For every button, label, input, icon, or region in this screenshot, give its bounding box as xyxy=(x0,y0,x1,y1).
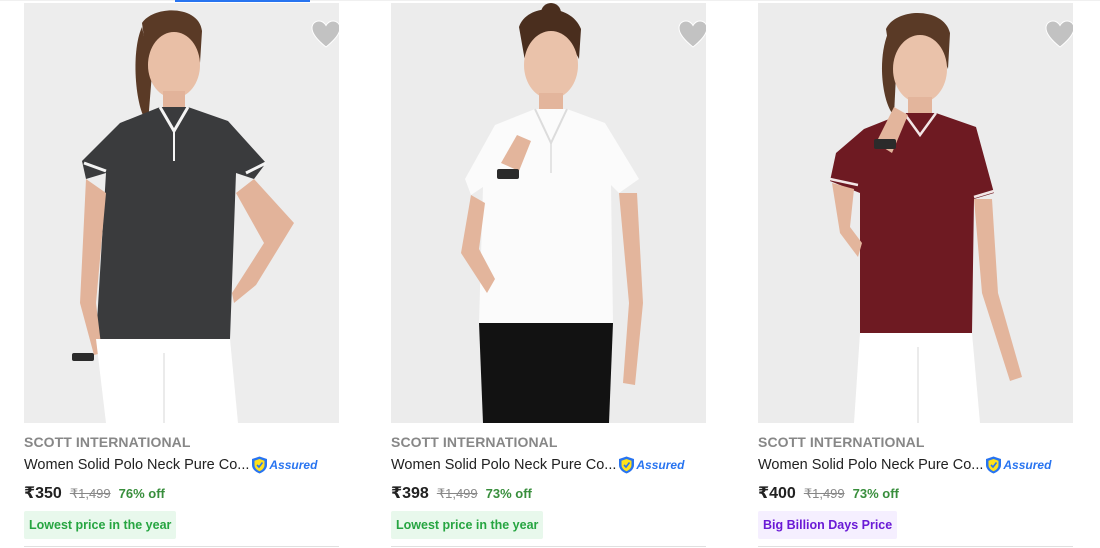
product-card[interactable]: SCOTT INTERNATIONAL Women Solid Polo Nec… xyxy=(758,0,1088,548)
product-title[interactable]: Women Solid Polo Neck Pure Co... xyxy=(758,457,983,473)
offer-badge: Lowest price in the year xyxy=(24,511,177,539)
discount-percent: 76% off xyxy=(118,486,165,501)
assured-label: Assured xyxy=(636,458,685,472)
original-price: ₹1,499 xyxy=(803,486,845,501)
card-divider xyxy=(758,546,1073,547)
wishlist-heart-icon[interactable] xyxy=(677,19,706,51)
assured-badge: Assured xyxy=(251,456,317,474)
selling-price: ₹350 xyxy=(24,485,62,502)
assured-shield-icon xyxy=(252,456,268,474)
original-price: ₹1,499 xyxy=(69,486,111,501)
title-row: Women Solid Polo Neck Pure Co... Assured xyxy=(391,455,684,475)
assured-shield-icon xyxy=(619,456,635,474)
title-row: Women Solid Polo Neck Pure Co... Assured xyxy=(758,455,1051,475)
price-row: ₹400 ₹1,499 73% off xyxy=(758,483,899,503)
product-card[interactable]: SCOTT INTERNATIONAL Women Solid Polo Nec… xyxy=(24,0,354,548)
product-image[interactable] xyxy=(758,3,1073,423)
discount-percent: 73% off xyxy=(485,486,532,501)
price-row: ₹398 ₹1,499 73% off xyxy=(391,483,532,503)
selling-price: ₹400 xyxy=(758,485,796,502)
card-divider xyxy=(24,546,339,547)
discount-percent: 73% off xyxy=(852,486,899,501)
product-image[interactable] xyxy=(24,3,339,423)
product-image[interactable] xyxy=(391,3,706,423)
wishlist-heart-icon[interactable] xyxy=(1044,19,1073,51)
brand-name: SCOTT INTERNATIONAL xyxy=(758,434,925,450)
assured-label: Assured xyxy=(269,458,318,472)
offer-badge: Lowest price in the year xyxy=(391,511,544,539)
offer-badge: Big Billion Days Price xyxy=(758,511,898,539)
card-divider xyxy=(391,546,706,547)
brand-name: SCOTT INTERNATIONAL xyxy=(391,434,558,450)
price-row: ₹350 ₹1,499 76% off xyxy=(24,483,165,503)
product-title[interactable]: Women Solid Polo Neck Pure Co... xyxy=(24,457,249,473)
brand-name: SCOTT INTERNATIONAL xyxy=(24,434,191,450)
title-row: Women Solid Polo Neck Pure Co... Assured xyxy=(24,455,317,475)
original-price: ₹1,499 xyxy=(436,486,478,501)
assured-badge: Assured xyxy=(618,456,684,474)
product-card[interactable]: SCOTT INTERNATIONAL Women Solid Polo Nec… xyxy=(391,0,721,548)
wishlist-heart-icon[interactable] xyxy=(310,19,339,51)
selling-price: ₹398 xyxy=(391,485,429,502)
assured-shield-icon xyxy=(986,456,1002,474)
assured-badge: Assured xyxy=(985,456,1051,474)
product-title[interactable]: Women Solid Polo Neck Pure Co... xyxy=(391,457,616,473)
assured-label: Assured xyxy=(1003,458,1052,472)
